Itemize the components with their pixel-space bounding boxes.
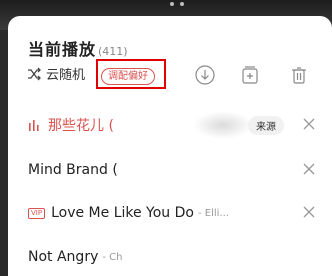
shuffle-icon [28, 67, 41, 80]
queue-count: (411) [98, 45, 128, 58]
highlight-annotation-box [96, 59, 166, 89]
song-title: Mind Brand ( [28, 162, 118, 178]
remove-icon[interactable] [302, 205, 316, 219]
queue-song-item[interactable]: VIP Love Me Like You Do - Elli... [8, 193, 332, 233]
play-mode-button[interactable]: 云随机 [26, 64, 85, 83]
remove-icon[interactable] [302, 162, 316, 176]
song-title: 那些花儿 ( [48, 118, 114, 134]
download-icon[interactable] [193, 63, 217, 87]
now-playing-icon [29, 120, 39, 131]
source-button[interactable]: 来源 [248, 116, 284, 135]
queue-song-item[interactable]: Mind Brand ( [8, 150, 332, 190]
song-title: Not Angry [28, 249, 99, 265]
song-artist: - Elli... [197, 207, 229, 219]
queue-title: 当前播放 [28, 40, 97, 59]
song-artist: - Ch [102, 251, 123, 263]
play-mode-label: 云随机 [46, 68, 86, 83]
play-queue-sheet: 当前播放 (411) 云随机 调配偏好 那些花儿 (来源 Mind Brand… [8, 16, 332, 276]
vip-badge: VIP [28, 207, 46, 219]
page-dot [170, 2, 174, 6]
song-title: Love Me Like You Do [51, 205, 194, 221]
remove-icon[interactable] [302, 117, 316, 131]
trash-icon[interactable] [287, 63, 311, 87]
queue-song-item[interactable]: Not Angry - Ch [8, 237, 332, 276]
add-to-playlist-icon[interactable] [238, 63, 262, 87]
page-dot [180, 2, 184, 6]
queue-song-item[interactable]: 那些花儿 ( 来源 [8, 105, 332, 145]
queue-header: 当前播放 (411) [28, 36, 128, 60]
blurred-region [193, 111, 253, 139]
